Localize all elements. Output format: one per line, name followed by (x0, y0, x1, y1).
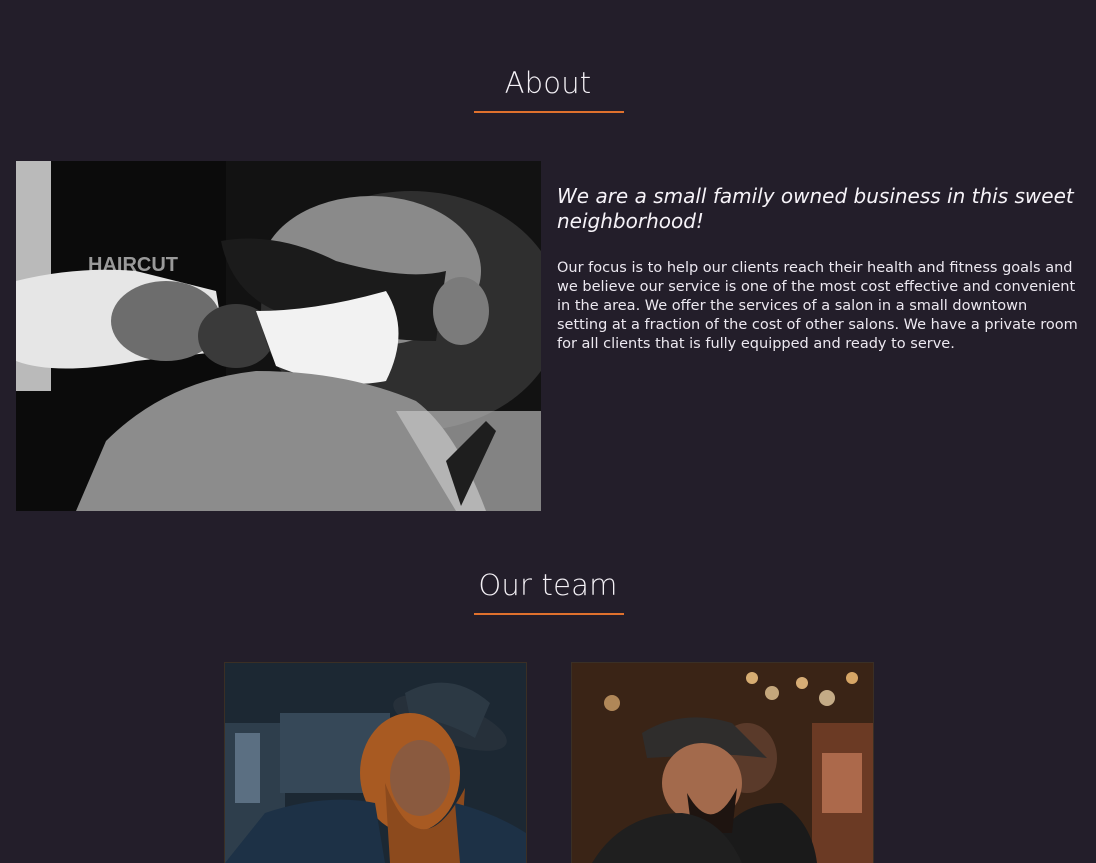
team-member-1-photo (225, 663, 526, 863)
about-description: Our focus is to help our clients reach t… (557, 260, 1078, 352)
about-image: HAIRCUT (16, 161, 541, 511)
about-tagline: We are a small family owned business in … (557, 184, 1074, 233)
team-member-2-photo (572, 663, 873, 863)
about-image-illustration: HAIRCUT (16, 161, 541, 511)
about-heading-underline (474, 111, 624, 113)
about-heading: About (504, 66, 592, 100)
team-member-card-2[interactable] (572, 663, 873, 863)
team-heading: Our team (478, 568, 618, 602)
page: About HAIRCUT We are a small family owne… (0, 0, 1096, 863)
team-member-card-1[interactable] (225, 663, 526, 863)
team-heading-underline (474, 613, 624, 615)
